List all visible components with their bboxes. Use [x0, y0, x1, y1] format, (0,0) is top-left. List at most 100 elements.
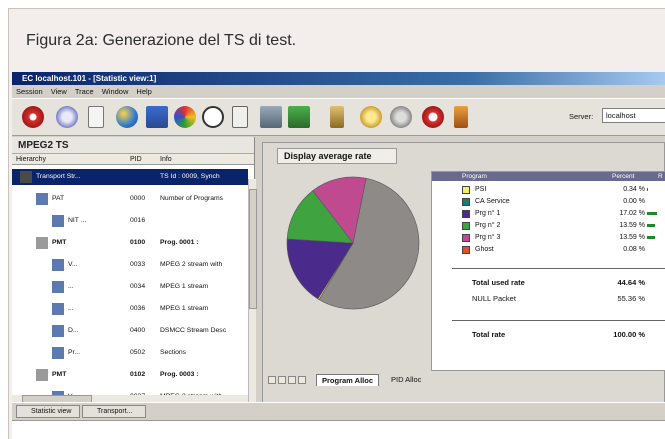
figure-caption: Figura 2a: Generazione del TS di test. [26, 32, 297, 49]
tree-row[interactable]: Transport Str... TS Id : 0009, Synch [12, 169, 248, 185]
legend-header: Program Percent R [432, 172, 665, 181]
tree-node-pid: 0100 [130, 239, 146, 246]
tree-row[interactable]: PMT 0100 Prog. 0001 : [12, 235, 248, 251]
server-label: Server: [569, 112, 594, 121]
folder-icon[interactable] [232, 106, 248, 128]
legend-percent: 0.00 % [623, 198, 645, 205]
stop-icon[interactable] [22, 106, 44, 128]
tree-row[interactable]: ... 0036 MPEG 1 stream [12, 301, 248, 317]
info-icon[interactable] [330, 106, 344, 128]
legend-swatch [462, 234, 470, 242]
legend-row[interactable]: PSI 0.34 % [432, 184, 665, 195]
tree-node-info: MPEG 1 stream [160, 283, 209, 290]
total-percent: 44.64 % [617, 278, 645, 287]
legend-row[interactable]: Prg n° 3 13.59 % [432, 232, 665, 243]
legend-percent: 13.59 % [619, 234, 645, 241]
tree-node-icon [52, 325, 64, 337]
tree-node-name: NIT ... [68, 217, 87, 224]
pause-icon[interactable] [56, 106, 78, 128]
legend-swatch [462, 210, 470, 218]
toolbar: Server: localhost [12, 98, 665, 136]
tree-node-name: PAT [52, 195, 65, 202]
legend-row[interactable]: Prg n° 2 13.59 % [432, 220, 665, 231]
last-tab-button[interactable] [298, 376, 306, 384]
tree-node-name: ... [68, 305, 74, 312]
image-icon[interactable] [260, 106, 282, 128]
legend-row[interactable]: Ghost 0.08 % [432, 244, 665, 255]
legend-percent: 0.34 % [623, 186, 645, 193]
task-transport[interactable]: Transport... [82, 405, 146, 418]
menu-view[interactable]: View [51, 85, 67, 98]
tree-node-name: Transport Str... [36, 173, 81, 180]
tree-row[interactable]: ... 0034 MPEG 1 stream [12, 279, 248, 295]
pie-chart [283, 173, 423, 315]
record-icon[interactable] [422, 106, 444, 128]
total-label: NULL Packet [472, 294, 516, 303]
menu-bar: Session View Trace Window Help [12, 85, 665, 98]
legend-rate-bar [647, 236, 656, 239]
menu-window[interactable]: Window [102, 85, 129, 98]
legend-swatch [462, 222, 470, 230]
tree-node-icon [52, 303, 64, 315]
header-program: Program [462, 173, 487, 180]
total-row: Total rate 100.00 % [432, 328, 665, 342]
first-tab-button[interactable] [268, 376, 276, 384]
tab-program-alloc[interactable]: Program Alloc [316, 374, 379, 386]
next-tab-button[interactable] [288, 376, 296, 384]
tree-node-icon [36, 237, 48, 249]
tree-row[interactable]: PMT 0102 Prog. 0003 : [12, 367, 248, 383]
disk-icon[interactable] [390, 106, 412, 128]
tree-row[interactable]: Pr... 0502 Sections [12, 345, 248, 361]
stopwatch-icon[interactable] [202, 106, 224, 128]
prev-tab-button[interactable] [278, 376, 286, 384]
tree-node-name: Pr... [68, 349, 81, 356]
tree-node-info: Prog. 0003 : [160, 371, 199, 378]
tree-row[interactable]: D... 0400 DSMCC Stream Desc [12, 323, 248, 339]
tree-panel-title: MPEG2 TS [12, 137, 254, 154]
menu-session[interactable]: Session [16, 85, 43, 98]
tree-node-info: TS Id : 0009, Synch [160, 173, 220, 180]
tree-node-name: V... [68, 261, 78, 268]
tree-node-info: Prog. 0001 : [160, 239, 199, 246]
palette-icon[interactable] [174, 106, 196, 128]
tree-row[interactable]: NIT ... 0016 [12, 213, 248, 229]
column-pid[interactable]: PID [130, 154, 142, 165]
menu-trace[interactable]: Trace [75, 85, 94, 98]
tree-row[interactable]: V... 0033 MPEG 2 stream with [12, 257, 248, 273]
tab-pid-alloc[interactable]: PID Alloc [386, 374, 426, 386]
tree-vertical-scrollbar[interactable] [248, 179, 257, 409]
legend-row[interactable]: CA Service 0.00 % [432, 196, 665, 207]
globe-icon[interactable] [116, 106, 138, 128]
column-hierarchy[interactable]: Hierarchy [16, 154, 46, 165]
chart-icon[interactable] [146, 106, 168, 128]
legend-percent: 0.08 % [623, 246, 645, 253]
tree-node-pid: 0102 [130, 371, 146, 378]
document-icon[interactable] [88, 106, 104, 128]
tree-node-pid: 0000 [130, 195, 146, 202]
settings-icon[interactable] [454, 106, 468, 128]
monitor-icon[interactable] [288, 106, 310, 128]
server-input[interactable]: localhost [602, 108, 665, 123]
clock-icon[interactable] [360, 106, 382, 128]
tree-node-name: D... [68, 327, 79, 334]
total-label: Total rate [472, 330, 506, 339]
panel-title: Display average rate [277, 148, 397, 164]
header-percent: Percent [612, 173, 635, 180]
column-info[interactable]: Info [160, 154, 172, 165]
tree-node-name: PMT [52, 371, 67, 378]
tree-node-pid: 0502 [130, 349, 146, 356]
legend-row[interactable]: Prg n° 1 17.02 % [432, 208, 665, 219]
legend-percent: 17.02 % [619, 210, 645, 217]
scrollbar-thumb[interactable] [249, 189, 257, 309]
tree-node-info: Number of Programs [160, 195, 224, 202]
status-area [12, 420, 665, 439]
window-taskbar: Statistic view Transport... [12, 402, 665, 420]
tree-node-name: PMT [52, 239, 67, 246]
window-title: EC localhost.101 - [Statistic view:1] [12, 72, 665, 85]
tree-node-icon [52, 215, 64, 227]
tree-node-icon [20, 171, 32, 183]
total-row: NULL Packet 55.36 % [432, 292, 665, 306]
menu-help[interactable]: Help [136, 85, 151, 98]
task-statistic-view[interactable]: Statistic view [16, 405, 80, 418]
tree-row[interactable]: PAT 0000 Number of Programs [12, 191, 248, 207]
